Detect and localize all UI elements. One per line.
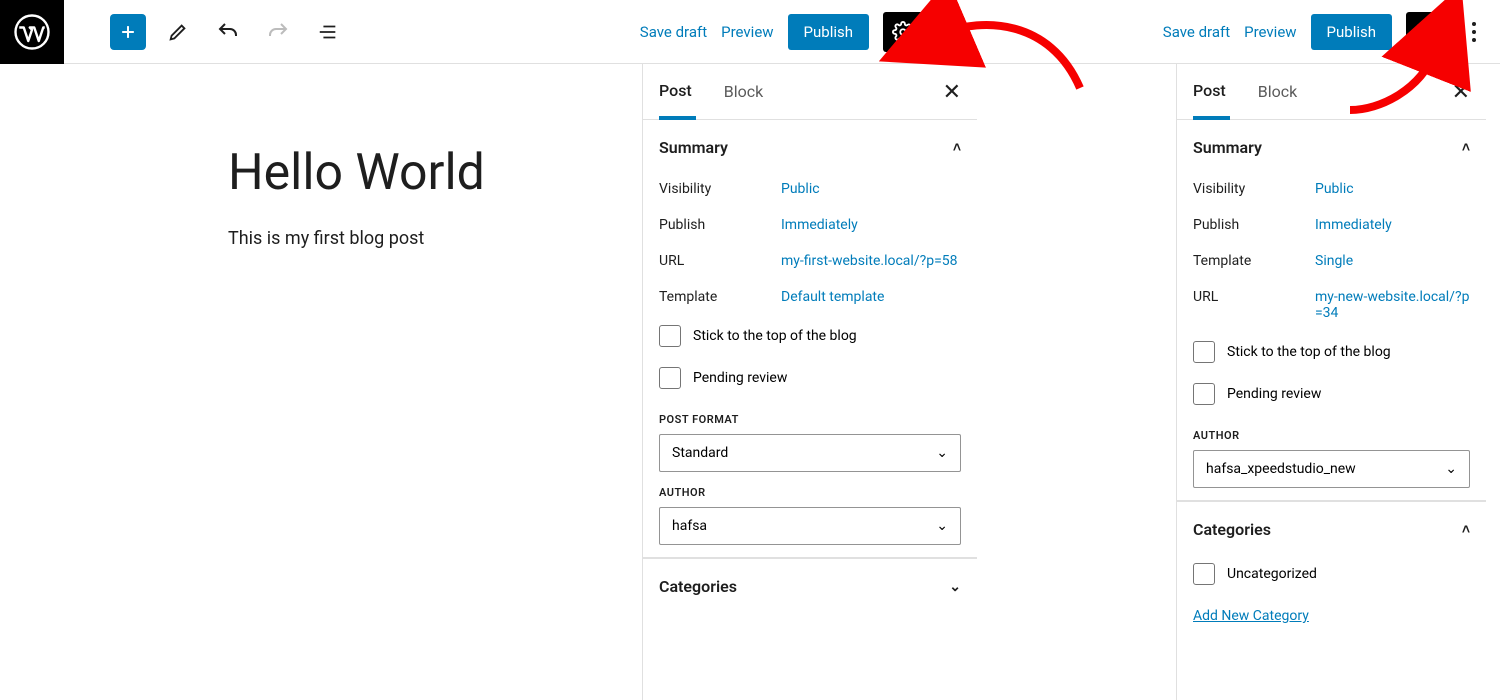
section-categories-label: Categories — [659, 577, 737, 596]
publish-label: Publish — [659, 217, 781, 233]
pending-checkbox[interactable] — [659, 367, 681, 389]
chevron-down-icon: ⌄ — [936, 518, 948, 534]
redo-button[interactable] — [260, 14, 296, 50]
options-menu-button[interactable] — [937, 22, 965, 42]
pending-label: Pending review — [1227, 386, 1321, 402]
publish-value[interactable]: Immediately — [781, 217, 961, 233]
close-panel-button[interactable]: ✕ — [943, 80, 961, 105]
preview-button[interactable]: Preview — [1244, 23, 1296, 41]
chevron-down-icon: ⌄ — [949, 579, 961, 595]
publish-button[interactable]: Publish — [1311, 14, 1392, 50]
tab-block[interactable]: Block — [1258, 64, 1301, 120]
section-categories-toggle[interactable]: Categories ˄ — [1177, 501, 1486, 553]
gear-icon — [892, 21, 914, 43]
publish-label: Publish — [1193, 217, 1315, 233]
add-block-button[interactable] — [110, 14, 146, 50]
edit-tools-button[interactable] — [160, 14, 196, 50]
author-label: AUTHOR — [1193, 415, 1470, 450]
visibility-label: Visibility — [1193, 181, 1315, 197]
post-format-label: POST FORMAT — [659, 399, 961, 434]
author-select[interactable]: hafsa_xpeedstudio_new⌄ — [1193, 450, 1470, 488]
publish-value[interactable]: Immediately — [1315, 217, 1470, 233]
tab-post[interactable]: Post — [1193, 64, 1230, 120]
visibility-value[interactable]: Public — [781, 181, 961, 197]
publish-button[interactable]: Publish — [788, 14, 869, 50]
add-category-link[interactable]: Add New Category — [1193, 608, 1309, 624]
save-draft-button[interactable]: Save draft — [640, 23, 707, 41]
pending-checkbox[interactable] — [1193, 383, 1215, 405]
section-categories-toggle[interactable]: Categories ⌄ — [643, 558, 977, 610]
category-uncategorized-checkbox[interactable] — [1193, 563, 1215, 585]
chevron-down-icon: ⌄ — [936, 445, 948, 461]
preview-button[interactable]: Preview — [721, 23, 773, 41]
options-menu-button[interactable] — [1460, 22, 1488, 42]
template-value[interactable]: Single — [1315, 253, 1470, 269]
post-format-select[interactable]: Standard⌄ — [659, 434, 961, 472]
category-uncategorized-label: Uncategorized — [1227, 566, 1317, 582]
chevron-up-icon: ˄ — [953, 139, 961, 156]
section-summary-label: Summary — [659, 138, 728, 157]
undo-button[interactable] — [210, 14, 246, 50]
author-select[interactable]: hafsa⌄ — [659, 507, 961, 545]
section-categories-label: Categories — [1193, 520, 1271, 539]
save-draft-button[interactable]: Save draft — [1163, 23, 1230, 41]
template-value[interactable]: Default template — [781, 289, 961, 305]
visibility-value[interactable]: Public — [1315, 181, 1470, 197]
visibility-label: Visibility — [659, 181, 781, 197]
stick-label: Stick to the top of the blog — [1227, 344, 1391, 360]
chevron-down-icon: ⌄ — [1445, 461, 1457, 477]
pending-label: Pending review — [693, 370, 787, 386]
url-value[interactable]: my-first-website.local/?p=58 — [781, 253, 961, 269]
chevron-up-icon: ˄ — [1462, 521, 1470, 538]
document-overview-button[interactable] — [310, 14, 346, 50]
author-label: AUTHOR — [659, 472, 961, 507]
section-summary-label: Summary — [1193, 138, 1262, 157]
chevron-up-icon: ˄ — [1462, 139, 1470, 156]
template-label: Template — [659, 289, 781, 305]
wordpress-logo[interactable] — [0, 0, 64, 64]
stick-checkbox[interactable] — [1193, 341, 1215, 363]
sidebar-panel-icon — [1415, 21, 1437, 43]
url-value[interactable]: my-new-website.local/?p=34 — [1315, 289, 1470, 321]
url-label: URL — [1193, 289, 1315, 321]
template-label: Template — [1193, 253, 1315, 269]
stick-checkbox[interactable] — [659, 325, 681, 347]
settings-sidebar-button[interactable] — [1406, 12, 1446, 52]
url-label: URL — [659, 253, 781, 269]
section-summary-toggle[interactable]: Summary ˄ — [1177, 120, 1486, 171]
stick-label: Stick to the top of the blog — [693, 328, 857, 344]
tab-block[interactable]: Block — [724, 64, 767, 120]
settings-gear-button[interactable] — [883, 12, 923, 52]
tab-post[interactable]: Post — [659, 64, 696, 120]
section-summary-toggle[interactable]: Summary ˄ — [643, 120, 977, 171]
close-panel-button[interactable]: ✕ — [1452, 80, 1470, 105]
